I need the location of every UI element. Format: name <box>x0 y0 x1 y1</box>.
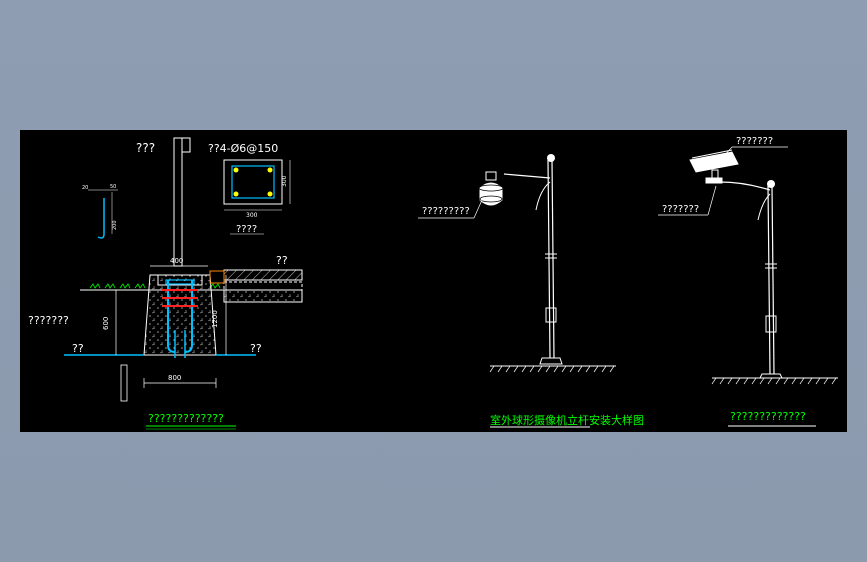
foundation-title: ????????????? <box>148 412 224 425</box>
pole-flag <box>181 137 191 153</box>
curb <box>209 270 225 284</box>
ground-rod <box>120 364 128 402</box>
dome-camera-pole: ????????? 室外球形摄像机立杆安装大样图 <box>418 154 644 428</box>
top-width-dim: 400 <box>170 257 183 265</box>
svg-text:300: 300 <box>246 212 258 219</box>
dome-pole-title: 室外球形摄像机立杆安装大样图 <box>490 413 644 427</box>
svg-text:20: 20 <box>82 185 88 191</box>
pole-cap <box>547 154 555 162</box>
box-pole-title: ????????????? <box>730 410 806 423</box>
box-camera-label: ??????? <box>736 136 773 147</box>
base-width-dim: 800 <box>168 374 181 382</box>
pole-label: ??? <box>136 141 155 155</box>
svg-text:50: 50 <box>110 184 116 190</box>
dome-camera <box>478 171 504 206</box>
concrete-footing <box>143 274 217 356</box>
pole-door-right <box>765 315 777 333</box>
total-height-dim: 1200 <box>211 310 219 328</box>
pole-door <box>545 307 557 323</box>
pole-shaft <box>173 137 183 267</box>
svg-text:300: 300 <box>281 175 288 187</box>
box-camera-pole: ??????? ??????? ????????????? <box>658 136 838 427</box>
cad-drawing: ??? 400 600 1200 800 ??????? ?? ?? ?? 20… <box>28 136 838 430</box>
section-note: ???? <box>236 224 257 235</box>
hook-detail: 20 50 200 <box>82 184 118 239</box>
paving-top <box>223 269 303 281</box>
left-note: ??????? <box>28 314 69 327</box>
bottom-left-note: ?? <box>72 342 84 355</box>
pole-base-right <box>759 373 783 379</box>
dome-camera-label: ????????? <box>422 206 470 217</box>
bottom-right-note: ?? <box>250 342 262 355</box>
bracket-label: ??????? <box>662 204 699 215</box>
cad-drawing-canvas: ??? 400 600 1200 800 ??????? ?? ?? ?? 20… <box>20 130 847 432</box>
paving-base <box>223 281 303 291</box>
rebar-spec: ??4-Ø6@150 <box>208 142 278 155</box>
foundation-detail: ??? 400 600 1200 800 ??????? ?? ?? ?? 20… <box>28 137 303 430</box>
right-note: ?? <box>276 254 288 267</box>
pole-base <box>539 357 563 365</box>
camera-arm <box>503 173 551 179</box>
pole-cap-right <box>767 180 775 188</box>
paving-subbase <box>223 289 303 303</box>
svg-text:200: 200 <box>112 220 118 230</box>
camera-arm-right <box>719 181 771 191</box>
depth-dim: 600 <box>102 317 110 330</box>
box-camera <box>689 149 739 184</box>
cross-section: ??4-Ø6@150 300 300 ???? <box>208 142 291 235</box>
